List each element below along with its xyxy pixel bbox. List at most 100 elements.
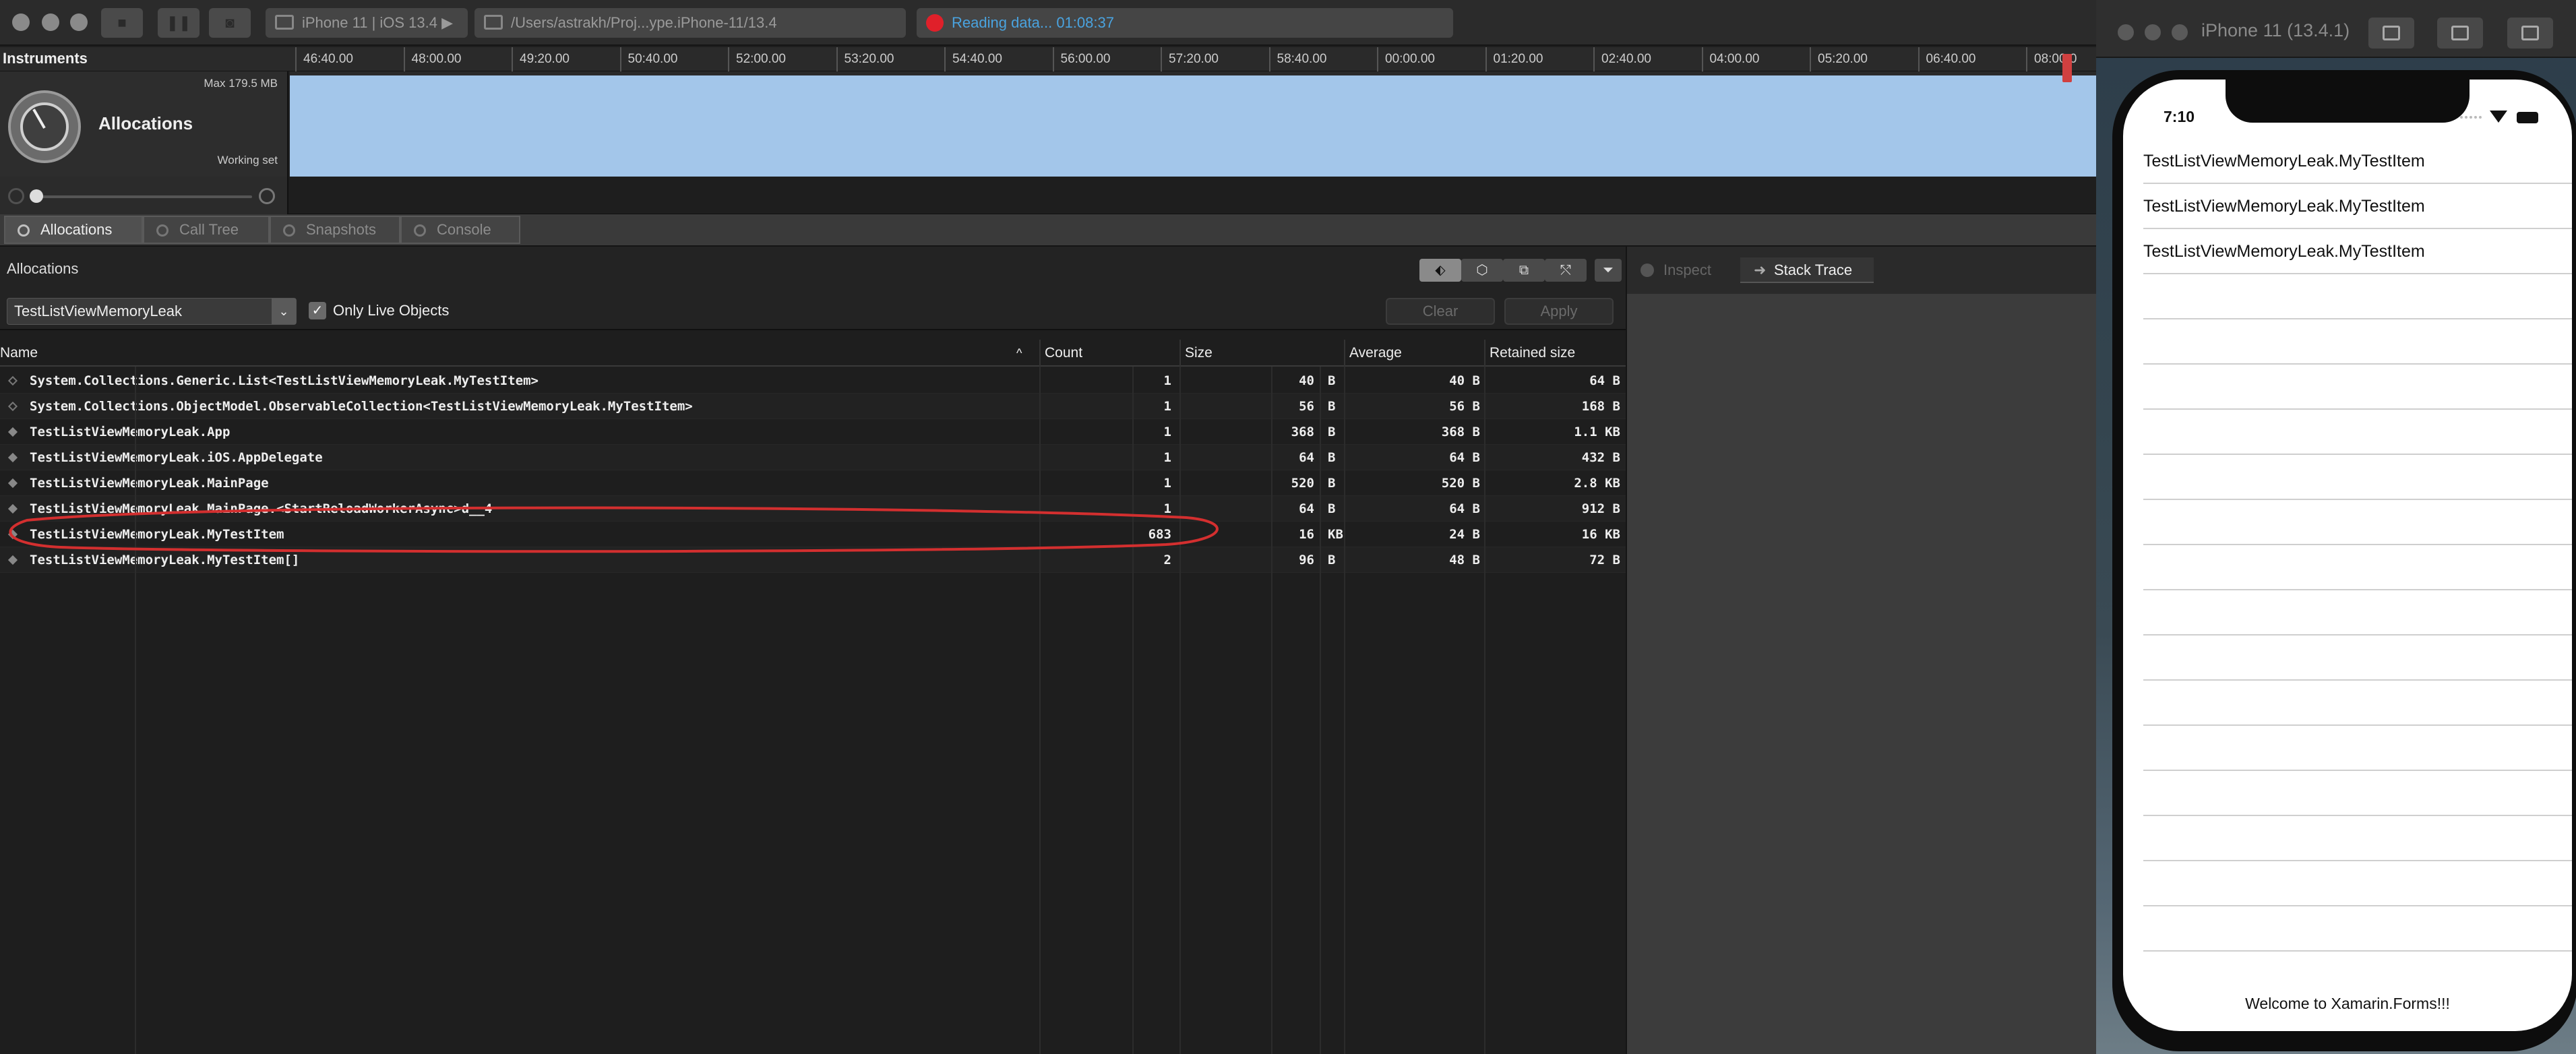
row-size-unit: B <box>1328 425 1336 439</box>
zoom-in-icon[interactable] <box>259 188 275 204</box>
target-process-select[interactable]: TestListViewMemoryLeak ⌄ <box>7 298 297 325</box>
list-item[interactable] <box>2143 274 2572 319</box>
column-retained-size[interactable]: Retained size <box>1484 340 1626 367</box>
list-item[interactable] <box>2143 726 2572 771</box>
recording-status: Reading data... 01:08:37 <box>917 8 1453 38</box>
list-item[interactable]: TestListViewMemoryLeak.MyTestItem <box>2143 229 2572 274</box>
table-row[interactable]: TestListViewMemoryLeak.MyTestItem 683 16 KB… <box>0 522 1626 547</box>
window-close-button[interactable] <box>2118 24 2134 40</box>
apply-button[interactable]: Apply <box>1504 298 1614 325</box>
row-retained-size: 64 B <box>1589 373 1620 388</box>
list-view[interactable]: TestListViewMemoryLeak.MyTestItem TestLis… <box>2123 139 2572 952</box>
screenshot-button[interactable] <box>2368 18 2414 49</box>
graph-mode-button[interactable]: ⤲ <box>1545 259 1587 282</box>
target-path-selector[interactable]: /Users/astrakh/Proj...ype.iPhone-11/13.4 <box>474 8 906 38</box>
timeline-tick: 54:40.00 <box>944 47 1002 71</box>
cube-mode-button[interactable]: ⬡ <box>1461 259 1503 282</box>
inspector-panel <box>1626 294 2096 1054</box>
row-retained-size: 432 B <box>1581 450 1620 465</box>
apply-button-label: Apply <box>1540 303 1578 319</box>
filter-button[interactable]: ⏷ <box>1595 259 1622 282</box>
table-row[interactable]: TestListViewMemoryLeak.iOS.AppDelegate 1 6… <box>0 445 1626 470</box>
row-count: 1 <box>1163 476 1171 491</box>
tab-call-tree[interactable]: Call Tree <box>143 216 270 244</box>
home-button[interactable] <box>2437 18 2483 49</box>
column-count[interactable]: Count <box>1039 340 1179 367</box>
snapshot-button[interactable]: ◙ <box>209 8 251 38</box>
list-item[interactable] <box>2143 636 2572 681</box>
playhead[interactable] <box>2062 54 2072 82</box>
window-minimize-button[interactable] <box>42 13 59 31</box>
row-size-value: 368 <box>1291 425 1314 439</box>
list-item[interactable] <box>2143 816 2572 861</box>
list-item[interactable] <box>2143 906 2572 952</box>
row-name: System.Collections.Generic.List<TestList… <box>30 373 539 388</box>
row-size-unit: KB <box>1328 527 1343 542</box>
timeline-tick: 49:20.00 <box>512 47 570 71</box>
row-count: 1 <box>1163 450 1171 465</box>
column-name[interactable]: Name <box>0 340 1039 367</box>
rotate-button[interactable] <box>2507 18 2553 49</box>
instruments-toolbar: ■ ❚❚ ◙ iPhone 11 | iOS 13.4 ▶ /Users/ast… <box>0 0 2096 46</box>
stack-trace-tab[interactable]: ➜ Stack Trace <box>1740 257 1874 283</box>
list-item[interactable] <box>2143 590 2572 636</box>
target-process-value: TestListViewMemoryLeak <box>14 303 183 319</box>
allocations-track[interactable]: Allocations Max 179.5 MB Working set <box>0 54 2096 177</box>
list-item[interactable]: TestListViewMemoryLeak.MyTestItem <box>2143 184 2572 229</box>
clear-button[interactable]: Clear <box>1386 298 1495 325</box>
stack-trace-tab-label: Stack Trace <box>1774 261 1853 278</box>
zoom-slider[interactable] <box>36 195 252 198</box>
tab-console[interactable]: Console <box>400 216 520 244</box>
allocations-mode-icon: ⬖ <box>1435 263 1446 278</box>
table-row[interactable]: TestListViewMemoryLeak.MainPage.<StartRe… <box>0 496 1626 522</box>
iphone-screen[interactable]: 7:10 TestListViewMemoryLeak.MyTestItem Te… <box>2123 80 2572 1031</box>
table-row[interactable]: System.Collections.ObjectModel.Observabl… <box>0 394 1626 419</box>
zoom-out-icon[interactable] <box>8 188 24 204</box>
graph-icon: ⤲ <box>1560 263 1571 278</box>
tab-snapshots[interactable]: Snapshots <box>270 216 400 244</box>
list-item[interactable] <box>2143 455 2572 500</box>
stop-record-button[interactable]: ■ <box>101 8 143 38</box>
table-row[interactable]: TestListViewMemoryLeak.MainPage 1 520 B 520 … <box>0 470 1626 496</box>
pause-button[interactable]: ❚❚ <box>158 8 200 38</box>
zoom-slider-knob[interactable] <box>30 189 43 203</box>
window-zoom-button[interactable] <box>70 13 88 31</box>
list-item[interactable] <box>2143 681 2572 726</box>
list-item[interactable] <box>2143 410 2572 455</box>
timeline-ruler[interactable]: 46:40.00 48:00.00 49:20.00 50:40.00 52:00.00… <box>288 47 2096 71</box>
row-average: 48 B <box>1449 553 1480 567</box>
detail-title: Allocations <box>7 260 79 277</box>
row-retained-size: 1.1 KB <box>1574 425 1620 439</box>
list-item[interactable]: TestListViewMemoryLeak.MyTestItem <box>2143 139 2572 184</box>
allocations-graph[interactable] <box>290 54 2096 177</box>
row-size-unit: B <box>1328 553 1336 567</box>
list-item[interactable] <box>2143 500 2572 545</box>
table-row[interactable]: System.Collections.Generic.List<TestList… <box>0 368 1626 394</box>
only-live-objects-checkbox[interactable]: ✓ Only Live Objects <box>309 299 449 322</box>
desktop: ■ ❚❚ ◙ iPhone 11 | iOS 13.4 ▶ /Users/ast… <box>0 0 2576 1054</box>
list-item[interactable] <box>2143 319 2572 365</box>
object-type-icon <box>7 478 18 489</box>
list-item[interactable] <box>2143 771 2572 816</box>
list-item[interactable] <box>2143 545 2572 590</box>
table-row[interactable]: TestListViewMemoryLeak.App 1 368 B 368 B 1.1 … <box>0 419 1626 445</box>
window-minimize-button[interactable] <box>2145 24 2161 40</box>
row-name: TestListViewMemoryLeak.MyTestItem <box>30 527 284 542</box>
target-path-label: /Users/astrakh/Proj...ype.iPhone-11/13.4 <box>511 14 777 31</box>
window-zoom-button[interactable] <box>2172 24 2188 40</box>
track-header[interactable]: Allocations Max 179.5 MB Working set <box>0 71 288 177</box>
tab-allocations[interactable]: Allocations <box>4 216 143 244</box>
list-item[interactable] <box>2143 861 2572 906</box>
row-name: TestListViewMemoryLeak.MainPage.<StartRe… <box>30 501 493 516</box>
timeline-ruler-row: Instruments 46:40.00 48:00.00 49:20.00 50:4… <box>0 47 2096 71</box>
list-item[interactable] <box>2143 365 2572 410</box>
inspect-tab[interactable]: Inspect <box>1640 257 1711 283</box>
column-size[interactable]: Size <box>1179 340 1344 367</box>
copies-mode-button[interactable]: ⧉ <box>1503 259 1545 282</box>
allocations-mode-button[interactable]: ⬖ <box>1419 259 1461 282</box>
window-close-button[interactable] <box>12 13 30 31</box>
row-size-unit: B <box>1328 450 1336 465</box>
table-row[interactable]: TestListViewMemoryLeak.MyTestItem[] 2 96 B 4… <box>0 547 1626 573</box>
device-selector[interactable]: iPhone 11 | iOS 13.4 ▶ <box>266 8 468 38</box>
column-average[interactable]: Average <box>1344 340 1484 367</box>
